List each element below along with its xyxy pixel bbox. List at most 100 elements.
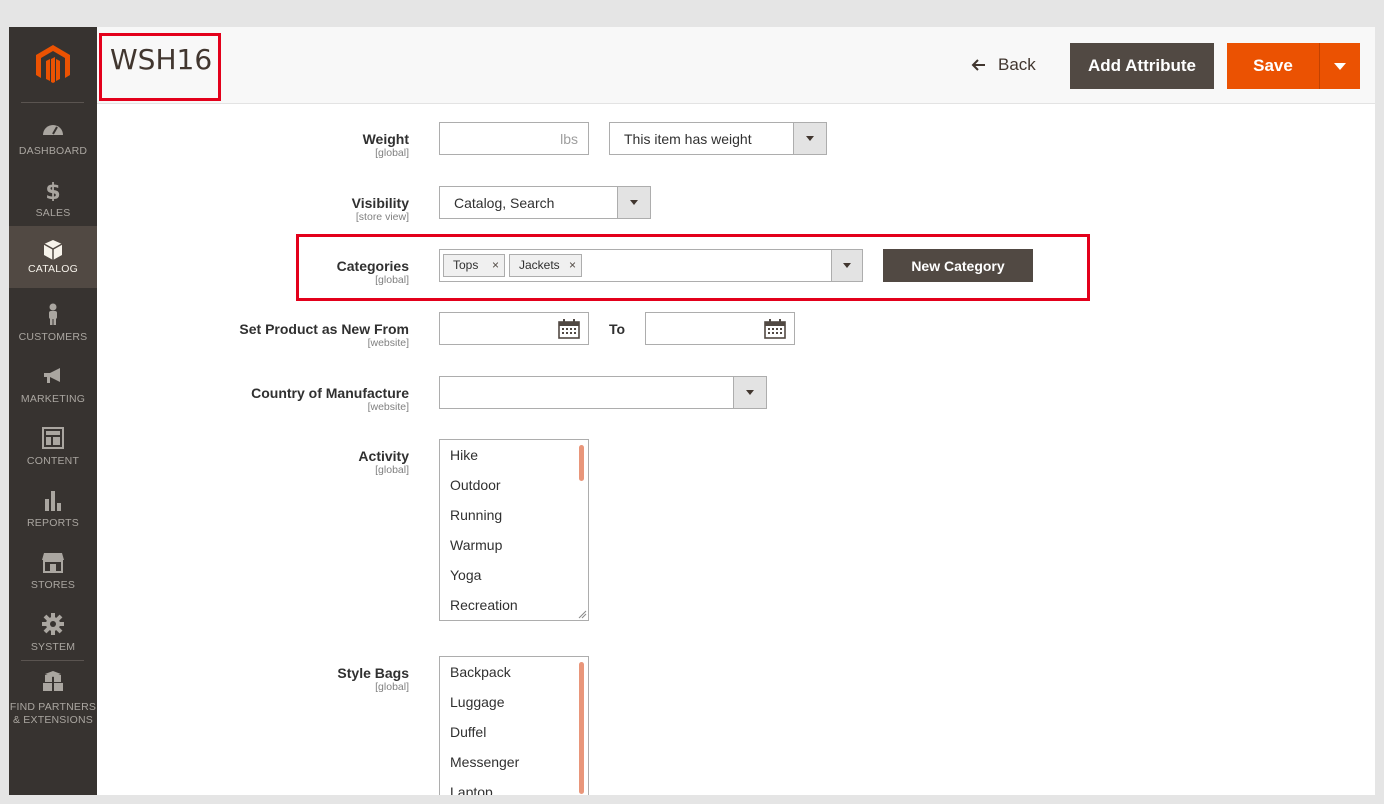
style-bags-label: Style Bags xyxy=(337,665,409,681)
save-button[interactable]: Save xyxy=(1227,43,1319,89)
visibility-value: Catalog, Search xyxy=(454,195,555,211)
bar-chart-icon xyxy=(45,491,61,511)
sidebar-item-system[interactable]: SYSTEM xyxy=(9,603,97,665)
sidebar-item-reports[interactable]: REPORTS xyxy=(9,479,97,541)
scrollbar-thumb[interactable] xyxy=(579,662,584,794)
list-item[interactable]: Hike xyxy=(450,447,478,463)
list-item[interactable]: Outdoor xyxy=(450,477,501,493)
category-tag[interactable]: Tops × xyxy=(443,254,505,277)
activity-multiselect[interactable]: Hike Outdoor Running Warmup Yoga Recreat… xyxy=(439,439,589,621)
page-title: WSH16 xyxy=(110,43,213,76)
sidebar-item-label: REPORTS xyxy=(27,517,79,529)
weight-unit: lbs xyxy=(560,131,578,147)
sidebar-item-sales[interactable]: $ SALES xyxy=(9,169,97,231)
back-label: Back xyxy=(998,55,1036,74)
category-tag[interactable]: Jackets × xyxy=(509,254,582,277)
new-from-scope: [website] xyxy=(367,337,409,349)
style-bags-multiselect[interactable]: Backpack Luggage Duffel Messenger Laptop xyxy=(439,656,589,795)
category-tag-label: Tops xyxy=(453,258,479,272)
sidebar-item-label: CONTENT xyxy=(26,455,80,467)
dashboard-icon xyxy=(43,125,63,135)
back-button[interactable]: Back xyxy=(970,55,1036,75)
calendar-icon[interactable] xyxy=(558,319,580,339)
person-icon xyxy=(49,303,57,325)
new-from-label: Set Product as New From xyxy=(239,321,409,337)
svg-text:$: $ xyxy=(45,180,60,201)
list-item[interactable]: Yoga xyxy=(450,567,481,583)
sidebar-item-label-line1: FIND PARTNERS xyxy=(9,701,97,713)
list-item[interactable]: Running xyxy=(450,507,502,523)
weight-scope: [global] xyxy=(375,147,409,159)
gear-icon xyxy=(42,613,64,635)
activity-label: Activity xyxy=(358,448,409,464)
visibility-label: Visibility xyxy=(351,195,409,211)
visibility-scope: [store view] xyxy=(355,211,409,223)
scrollbar-thumb[interactable] xyxy=(579,445,584,481)
sidebar-divider xyxy=(21,102,84,103)
new-from-date-input[interactable] xyxy=(439,312,589,345)
list-item[interactable]: Recreation xyxy=(450,597,518,613)
sidebar-item-dashboard[interactable]: DASHBOARD xyxy=(9,107,97,169)
sidebar-item-label: SYSTEM xyxy=(30,641,76,653)
new-to-date-input[interactable] xyxy=(645,312,795,345)
resize-handle-icon[interactable] xyxy=(577,609,587,619)
admin-sidebar: DASHBOARD $ SALES CATALOG CUSTOMERS MARK… xyxy=(9,27,97,795)
chevron-down-icon xyxy=(733,377,766,408)
weight-input[interactable]: lbs xyxy=(439,122,589,155)
weight-label: Weight xyxy=(362,131,409,147)
store-icon xyxy=(42,553,64,573)
sidebar-item-label: CUSTOMERS xyxy=(18,331,88,343)
categories-multiselect[interactable]: Tops × Jackets × xyxy=(439,249,863,282)
list-item[interactable]: Backpack xyxy=(450,664,511,680)
sidebar-item-label: DASHBOARD xyxy=(18,145,88,157)
chevron-down-icon xyxy=(793,123,826,154)
sidebar-item-catalog[interactable]: CATALOG xyxy=(9,226,97,288)
list-item[interactable]: Warmup xyxy=(450,537,502,553)
chevron-down-icon xyxy=(617,187,650,218)
visibility-select[interactable]: Catalog, Search xyxy=(439,186,651,219)
sidebar-item-label: CATALOG xyxy=(27,263,79,275)
save-dropdown-button[interactable] xyxy=(1319,43,1360,89)
chevron-down-icon[interactable] xyxy=(831,250,862,281)
dollar-icon: $ xyxy=(45,180,60,201)
country-label: Country of Manufacture xyxy=(251,385,409,401)
sidebar-item-content[interactable]: CONTENT xyxy=(9,417,97,479)
categories-label: Categories xyxy=(336,258,409,274)
category-tag-label: Jackets xyxy=(519,258,560,272)
list-item[interactable]: Messenger xyxy=(450,754,519,770)
sidebar-item-stores[interactable]: STORES xyxy=(9,541,97,603)
sidebar-item-marketing[interactable]: MARKETING xyxy=(9,355,97,417)
sidebar-item-label: SALES xyxy=(35,207,71,219)
sidebar-item-label-line2: & EXTENSIONS xyxy=(12,714,93,726)
style-bags-scope: [global] xyxy=(375,681,409,693)
admin-window: DASHBOARD $ SALES CATALOG CUSTOMERS MARK… xyxy=(9,27,1375,795)
remove-tag-icon[interactable]: × xyxy=(492,258,499,272)
remove-tag-icon[interactable]: × xyxy=(569,258,576,272)
arrow-left-icon xyxy=(971,59,985,71)
list-item[interactable]: Duffel xyxy=(450,724,486,740)
sidebar-item-label: STORES xyxy=(30,579,76,591)
add-attribute-button[interactable]: Add Attribute xyxy=(1070,43,1214,89)
sidebar-item-label: FIND PARTNERS & EXTENSIONS xyxy=(9,701,97,727)
box-icon xyxy=(43,240,63,260)
calendar-icon[interactable] xyxy=(764,319,786,339)
to-label: To xyxy=(609,321,626,337)
layout-icon xyxy=(42,427,64,449)
page-header: WSH16 Back Add Attribute Save xyxy=(97,27,1375,104)
new-category-button[interactable]: New Category xyxy=(883,249,1033,282)
magento-logo-icon[interactable] xyxy=(34,43,72,85)
boxes-icon xyxy=(43,671,63,691)
caret-down-icon xyxy=(1334,62,1346,70)
activity-scope: [global] xyxy=(375,464,409,476)
sidebar-item-customers[interactable]: CUSTOMERS xyxy=(9,293,97,355)
list-item[interactable]: Laptop xyxy=(450,784,493,795)
megaphone-icon xyxy=(44,368,60,383)
country-scope: [website] xyxy=(367,401,409,413)
sidebar-item-find-partners[interactable]: FIND PARTNERS & EXTENSIONS xyxy=(9,665,97,733)
weight-type-value: This item has weight xyxy=(624,131,752,147)
sidebar-item-label: MARKETING xyxy=(20,393,86,405)
country-select[interactable] xyxy=(439,376,767,409)
list-item[interactable]: Luggage xyxy=(450,694,505,710)
categories-scope: [global] xyxy=(375,274,409,286)
weight-type-select[interactable]: This item has weight xyxy=(609,122,827,155)
